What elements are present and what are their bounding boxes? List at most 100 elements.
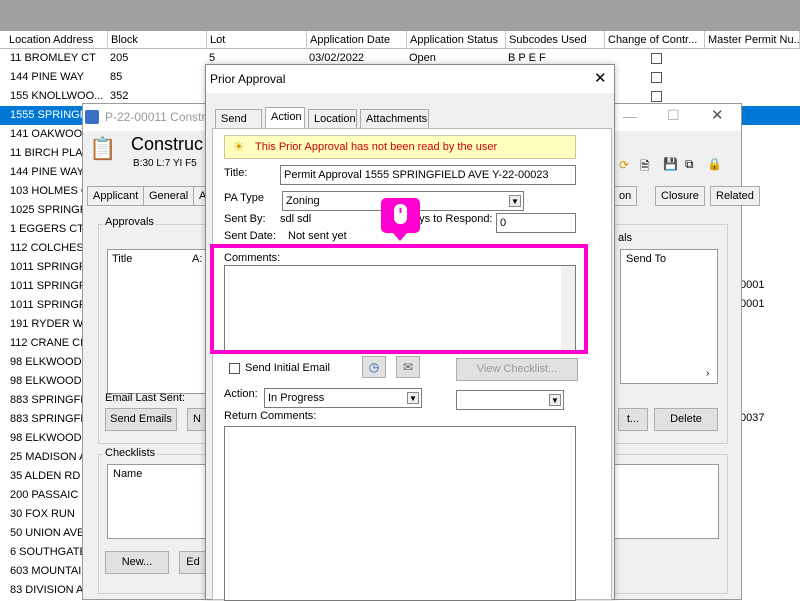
table-cell: 603 MOUNTAIN xyxy=(10,565,90,577)
tab-location[interactable]: Location xyxy=(308,109,357,129)
table-cell: 103 HOLMES O xyxy=(10,185,90,197)
checklists-label: Checklists xyxy=(103,447,158,459)
return-comments-label: Return Comments: xyxy=(224,410,317,422)
col-application-status[interactable]: Application Status xyxy=(407,31,506,49)
approvals-list[interactable]: Title A: xyxy=(107,249,207,394)
table-cell: 1011 SPRINGFI xyxy=(10,280,89,292)
chevron-down-icon[interactable]: ▼ xyxy=(509,195,521,207)
new-doc-icon[interactable]: 🗎 xyxy=(640,157,650,178)
secondary-select[interactable]: ▼ xyxy=(456,390,564,410)
tab-related[interactable]: Related xyxy=(710,186,760,206)
table-cell: 1555 SPRINGFI xyxy=(10,109,90,121)
refresh-icon[interactable]: ⟳ xyxy=(619,158,629,172)
envelope-icon: ✉ xyxy=(402,360,414,374)
send-to-list[interactable]: Send To › xyxy=(620,249,718,384)
table-cell: 35 ALDEN RD xyxy=(10,470,81,482)
chevron-down-icon[interactable]: ▼ xyxy=(549,394,561,406)
col-block[interactable]: Block xyxy=(108,31,207,49)
name-column: Name xyxy=(113,468,143,480)
comments-highlight xyxy=(210,244,588,354)
top-bar xyxy=(0,0,800,31)
sent-date-value: Not sent yet xyxy=(288,230,347,242)
new-checklist-button[interactable]: New... xyxy=(105,551,169,574)
action-select[interactable]: In Progress ▼ xyxy=(264,388,422,408)
unread-warning: ☀ This Prior Approval has not been read … xyxy=(224,135,576,159)
right-value: 0037 xyxy=(740,412,765,424)
email-last-sent-label: Email Last Sent: xyxy=(105,392,186,404)
unread-warning-text: This Prior Approval has not been read by… xyxy=(255,141,498,153)
sent-by-label: Sent By: xyxy=(224,213,266,225)
title-field[interactable]: Permit Approval 1555 SPRINGFIELD AVE Y-2… xyxy=(280,165,576,185)
sent-date-label: Sent Date: xyxy=(224,230,276,242)
col-change-of-contractor[interactable]: Change of Contr... xyxy=(605,31,705,49)
delete-button[interactable]: Delete xyxy=(654,408,718,431)
tab-send-to[interactable]: Send To xyxy=(215,109,262,143)
table-cell: 144 PINE WAY xyxy=(10,71,84,83)
n-button[interactable]: N xyxy=(187,408,207,431)
scroll-right-icon[interactable]: › xyxy=(706,368,709,379)
construction-window-title: P-22-00011 Constru xyxy=(105,110,213,124)
save-icon[interactable]: 💾 xyxy=(663,157,678,171)
change-of-contractor-checkbox[interactable] xyxy=(651,53,662,64)
view-checklist-button[interactable]: View Checklist... xyxy=(456,358,578,381)
table-cell: 98 ELKWOOD A xyxy=(10,356,92,368)
edit-approval-button[interactable]: t... xyxy=(618,408,648,431)
dialog-title-bar: Prior Approval ✕ xyxy=(206,65,614,93)
lock-icon[interactable]: 🔒 xyxy=(707,157,722,171)
pa-type-label: PA Type xyxy=(224,192,264,204)
tab-attachments[interactable]: Attachments xyxy=(360,109,429,129)
az-column: A: xyxy=(192,253,203,265)
tab-closure[interactable]: Closure xyxy=(655,186,705,206)
table-cell: 30 FOX RUN xyxy=(10,508,75,520)
schedule-button[interactable]: ◷ xyxy=(362,356,386,378)
table-cell: 200 PASSAIC S xyxy=(10,489,89,501)
col-lot[interactable]: Lot xyxy=(207,31,307,49)
return-comments-textarea[interactable] xyxy=(224,426,576,601)
table-cell: 50 UNION AVE xyxy=(10,527,85,539)
tab-action[interactable]: Action xyxy=(265,107,305,129)
mouse-click-marker xyxy=(381,198,420,233)
tab-applicant[interactable]: Applicant xyxy=(87,186,145,206)
chevron-down-icon[interactable]: ▼ xyxy=(407,392,419,404)
tab-on[interactable]: on xyxy=(613,186,638,206)
change-of-contractor-checkbox[interactable] xyxy=(651,91,662,102)
change-of-contractor-checkbox[interactable] xyxy=(651,72,662,83)
title-column: Title xyxy=(112,253,133,265)
col-subcodes-used[interactable]: Subcodes Used xyxy=(506,31,605,49)
send-initial-email-label: Send Initial Email xyxy=(245,362,330,374)
table-cell: 1025 SPRINGFI xyxy=(10,204,90,216)
close-icon[interactable]: ✕ xyxy=(711,106,724,124)
col-location-address[interactable]: Location Address xyxy=(6,31,108,49)
send-initial-email-checkbox[interactable] xyxy=(229,363,240,374)
minimize-icon[interactable]: — xyxy=(623,108,637,124)
table-cell: 6 SOUTHGATE xyxy=(10,546,87,558)
copy-icon[interactable]: ⧉ xyxy=(685,157,694,172)
table-cell: 98 ELKWOOD A xyxy=(10,432,92,444)
right-value: 0001 xyxy=(740,298,765,310)
mouse-icon xyxy=(394,204,407,224)
sent-by-value: sdl sdl xyxy=(280,213,312,225)
table-cell: 883 SPRINGFIE xyxy=(10,394,91,406)
table-cell: 141 OAKWOOD xyxy=(10,128,91,140)
days-to-respond-field[interactable]: 0 xyxy=(496,213,576,233)
pa-type-value: Zoning xyxy=(286,195,320,207)
approvals-label-right: als xyxy=(618,232,633,244)
edit-checklist-button[interactable]: Ed xyxy=(179,551,207,574)
col-application-date[interactable]: Application Date xyxy=(307,31,407,49)
action-label: Action: xyxy=(224,388,258,400)
clipboard-icon: 📋 xyxy=(89,136,117,161)
table-cell: 11 BROMLEY CT xyxy=(10,52,96,64)
send-to-column: Send To xyxy=(626,253,667,265)
action-value: In Progress xyxy=(268,392,325,404)
tab-general[interactable]: General xyxy=(143,186,195,206)
table-cell: 11 BIRCH PLAC xyxy=(10,147,91,159)
email-button[interactable]: ✉ xyxy=(396,356,420,378)
send-emails-button[interactable]: Send Emails xyxy=(105,408,177,431)
dialog-close-icon[interactable]: ✕ xyxy=(594,69,607,87)
maximize-icon[interactable]: ☐ xyxy=(667,107,680,124)
table-cell: 1011 SPRINGFI xyxy=(10,299,89,311)
table-cell: 191 RYDER WA xyxy=(10,318,91,330)
col-master-permit[interactable]: Master Permit Nu... xyxy=(705,31,800,49)
construction-heading: Construc xyxy=(131,134,204,154)
dialog-title: Prior Approval xyxy=(210,72,286,86)
